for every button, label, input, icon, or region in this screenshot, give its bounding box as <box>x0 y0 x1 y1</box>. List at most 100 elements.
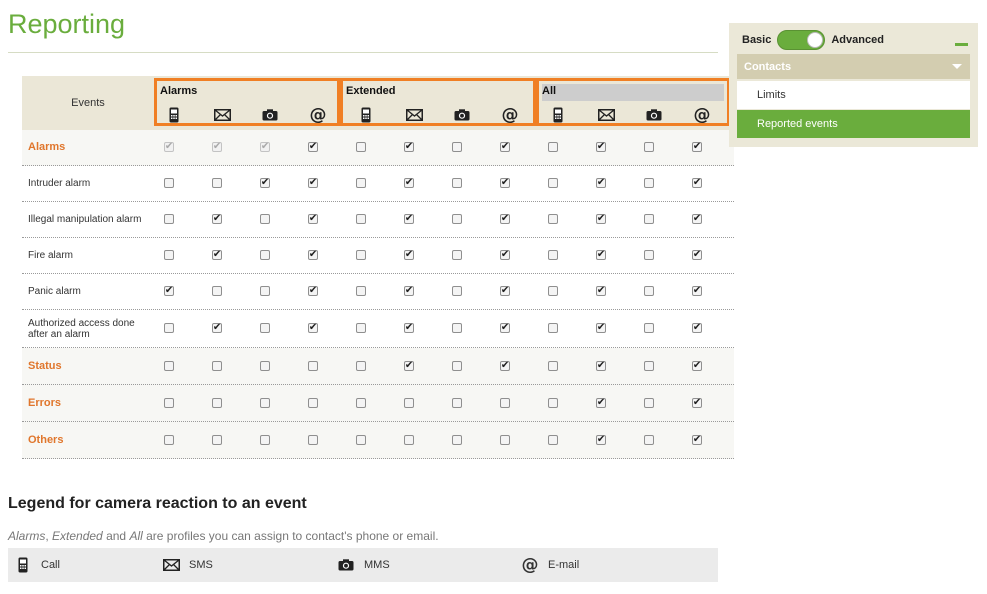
report-checkbox[interactable]: ✔ <box>260 178 270 188</box>
report-checkbox[interactable]: ✔ <box>692 214 702 224</box>
report-checkbox[interactable]: ✔ <box>596 214 606 224</box>
report-checkbox[interactable] <box>548 142 558 152</box>
report-checkbox[interactable]: ✔ <box>500 178 510 188</box>
report-checkbox[interactable] <box>356 214 366 224</box>
report-checkbox[interactable]: ✔ <box>596 323 606 333</box>
report-checkbox[interactable] <box>644 397 654 408</box>
report-checkbox[interactable] <box>164 214 174 224</box>
report-checkbox[interactable] <box>164 178 174 188</box>
report-checkbox[interactable] <box>452 250 462 260</box>
report-checkbox[interactable] <box>548 286 558 296</box>
report-checkbox[interactable] <box>260 214 270 224</box>
report-checkbox[interactable] <box>212 178 222 188</box>
report-checkbox[interactable]: ✔ <box>404 250 414 260</box>
report-checkbox[interactable]: ✔ <box>164 286 174 296</box>
report-checkbox[interactable] <box>548 323 558 333</box>
report-checkbox[interactable]: ✔ <box>308 142 318 152</box>
report-checkbox[interactable] <box>164 250 174 260</box>
report-checkbox[interactable] <box>260 250 270 260</box>
report-checkbox[interactable] <box>452 323 462 333</box>
report-checkbox[interactable] <box>308 434 318 445</box>
report-checkbox[interactable] <box>644 250 654 260</box>
mode-toggle-switch[interactable] <box>777 30 826 50</box>
report-checkbox[interactable]: ✔ <box>404 360 414 371</box>
report-checkbox[interactable]: ✔ <box>596 397 606 408</box>
report-checkbox[interactable]: ✔ <box>308 286 318 296</box>
report-checkbox[interactable] <box>548 434 558 445</box>
report-checkbox[interactable]: ✔ <box>692 323 702 333</box>
report-checkbox[interactable] <box>356 178 366 188</box>
report-checkbox[interactable] <box>260 360 270 371</box>
report-checkbox[interactable]: ✔ <box>500 250 510 260</box>
report-checkbox[interactable]: ✔ <box>596 250 606 260</box>
menu-item-reported-events[interactable]: Reported events <box>737 110 970 138</box>
report-checkbox[interactable]: ✔ <box>212 250 222 260</box>
report-checkbox[interactable]: ✔ <box>500 142 510 152</box>
report-checkbox[interactable]: ✔ <box>596 286 606 296</box>
report-checkbox[interactable] <box>164 360 174 371</box>
report-checkbox[interactable]: ✔ <box>500 286 510 296</box>
report-checkbox[interactable]: ✔ <box>404 286 414 296</box>
report-checkbox[interactable]: ✔ <box>692 286 702 296</box>
report-checkbox[interactable]: ✔ <box>692 434 702 445</box>
report-checkbox[interactable] <box>644 142 654 152</box>
report-checkbox[interactable] <box>644 360 654 371</box>
report-checkbox[interactable] <box>500 397 510 408</box>
report-checkbox[interactable]: ✔ <box>692 397 702 408</box>
report-checkbox[interactable]: ✔ <box>596 434 606 445</box>
report-checkbox[interactable] <box>452 360 462 371</box>
report-checkbox[interactable] <box>260 286 270 296</box>
report-checkbox[interactable] <box>452 178 462 188</box>
report-checkbox[interactable] <box>404 434 414 445</box>
menu-item-limits[interactable]: Limits <box>737 81 970 109</box>
report-checkbox[interactable]: ✔ <box>308 178 318 188</box>
report-checkbox[interactable] <box>644 214 654 224</box>
report-checkbox[interactable] <box>260 434 270 445</box>
report-checkbox[interactable] <box>212 360 222 371</box>
report-checkbox[interactable]: ✔ <box>596 142 606 152</box>
report-checkbox[interactable] <box>404 397 414 408</box>
menu-header-contacts[interactable]: Contacts <box>737 54 970 79</box>
report-checkbox[interactable]: ✔ <box>212 214 222 224</box>
report-checkbox[interactable] <box>308 360 318 371</box>
report-checkbox[interactable] <box>548 178 558 188</box>
report-checkbox[interactable] <box>644 434 654 445</box>
report-checkbox[interactable] <box>212 397 222 408</box>
report-checkbox[interactable] <box>356 142 366 152</box>
report-checkbox[interactable]: ✔ <box>404 323 414 333</box>
report-checkbox[interactable] <box>164 434 174 445</box>
report-checkbox[interactable] <box>452 142 462 152</box>
report-checkbox[interactable]: ✔ <box>308 323 318 333</box>
report-checkbox[interactable] <box>356 323 366 333</box>
report-checkbox[interactable]: ✔ <box>500 214 510 224</box>
report-checkbox[interactable] <box>548 360 558 371</box>
report-checkbox[interactable]: ✔ <box>692 178 702 188</box>
report-checkbox[interactable]: ✔ <box>308 214 318 224</box>
report-checkbox[interactable] <box>356 397 366 408</box>
report-checkbox[interactable]: ✔ <box>500 323 510 333</box>
report-checkbox[interactable]: ✔ <box>308 250 318 260</box>
report-checkbox[interactable] <box>548 250 558 260</box>
report-checkbox[interactable]: ✔ <box>596 360 606 371</box>
report-checkbox[interactable] <box>164 323 174 333</box>
report-checkbox[interactable] <box>260 397 270 408</box>
report-checkbox[interactable]: ✔ <box>500 360 510 371</box>
report-checkbox[interactable] <box>452 434 462 445</box>
report-checkbox[interactable] <box>548 397 558 408</box>
report-checkbox[interactable] <box>500 434 510 445</box>
report-checkbox[interactable] <box>164 397 174 408</box>
report-checkbox[interactable]: ✔ <box>692 360 702 371</box>
report-checkbox[interactable] <box>356 360 366 371</box>
report-checkbox[interactable] <box>452 397 462 408</box>
report-checkbox[interactable] <box>212 434 222 445</box>
report-checkbox[interactable]: ✔ <box>404 178 414 188</box>
report-checkbox[interactable]: ✔ <box>596 178 606 188</box>
report-checkbox[interactable] <box>212 286 222 296</box>
report-checkbox[interactable] <box>356 286 366 296</box>
report-checkbox[interactable] <box>260 323 270 333</box>
report-checkbox[interactable] <box>644 178 654 188</box>
report-checkbox[interactable] <box>644 286 654 296</box>
report-checkbox[interactable]: ✔ <box>692 142 702 152</box>
report-checkbox[interactable] <box>452 286 462 296</box>
minimize-icon[interactable] <box>955 43 968 46</box>
